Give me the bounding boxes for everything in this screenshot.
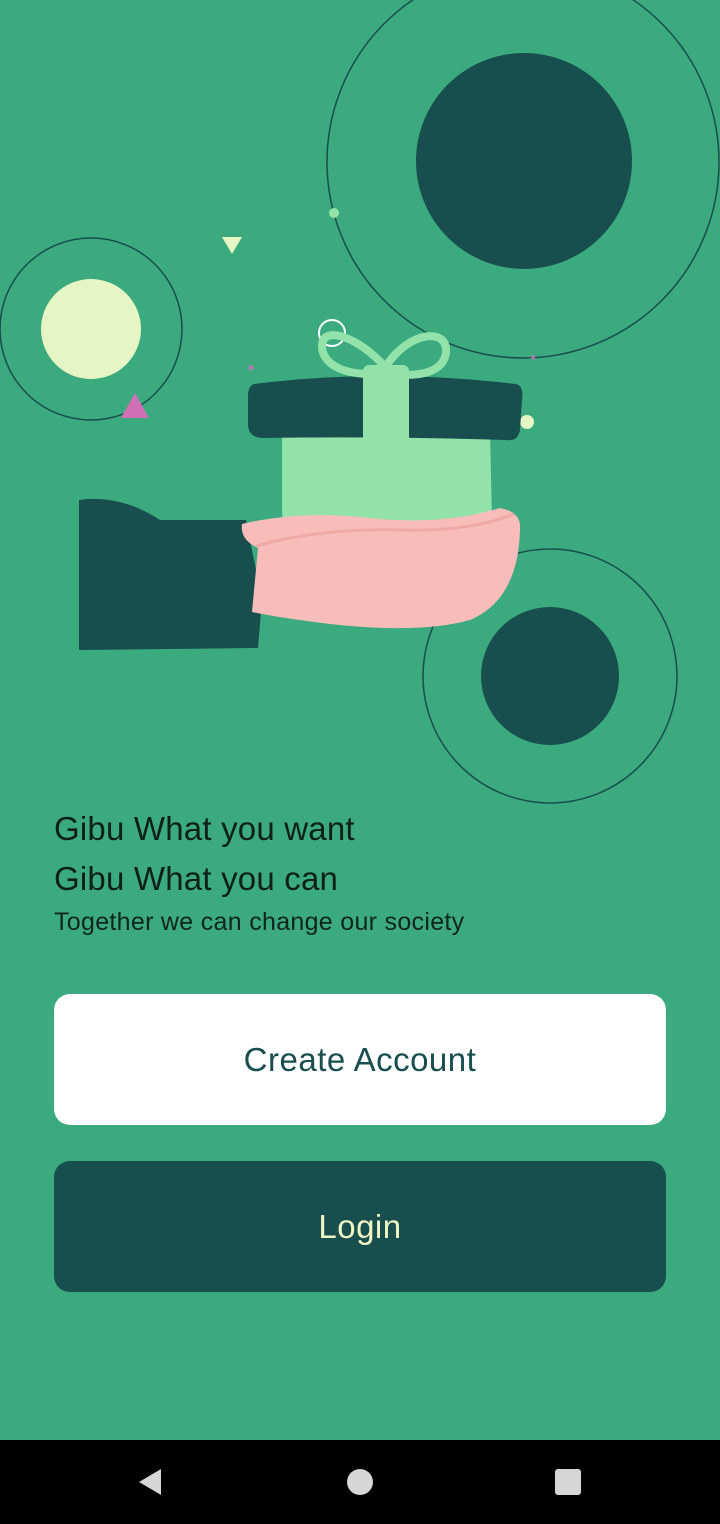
home-circle-icon bbox=[347, 1469, 373, 1495]
decor-circle-left bbox=[41, 279, 141, 379]
sleeve bbox=[79, 498, 262, 650]
decor-circle-bottom-right bbox=[481, 607, 619, 745]
nav-recents-button[interactable] bbox=[540, 1454, 596, 1510]
confetti-star-right: ✶ bbox=[529, 353, 537, 364]
confetti-star-left: ✶ bbox=[246, 361, 256, 375]
confetti-triangle-cream bbox=[222, 237, 242, 254]
login-label: Login bbox=[318, 1207, 402, 1245]
tagline: Together we can change our society bbox=[54, 908, 465, 936]
nav-home-button[interactable] bbox=[332, 1454, 388, 1510]
headline-want: Gibu What you want bbox=[54, 810, 355, 847]
recents-square-icon bbox=[555, 1469, 581, 1495]
login-button[interactable]: Login bbox=[54, 1161, 666, 1292]
confetti-dot-cream bbox=[520, 415, 534, 429]
confetti-dot-green bbox=[329, 208, 339, 218]
hand bbox=[241, 508, 521, 629]
welcome-screen: ✶ ✶ Gibu What you want Gibu What you can… bbox=[0, 0, 720, 1524]
decor-circle-top-right bbox=[416, 53, 632, 269]
back-triangle-icon bbox=[139, 1469, 161, 1495]
system-nav-bar bbox=[0, 1440, 720, 1524]
gift-illustration: ✶ ✶ bbox=[0, 0, 720, 804]
create-account-label: Create Account bbox=[243, 1040, 477, 1078]
create-account-button[interactable]: Create Account bbox=[54, 994, 666, 1125]
nav-back-button[interactable] bbox=[122, 1454, 178, 1510]
confetti-triangle-pink bbox=[121, 393, 149, 418]
headline-can: Gibu What you can bbox=[54, 860, 339, 897]
